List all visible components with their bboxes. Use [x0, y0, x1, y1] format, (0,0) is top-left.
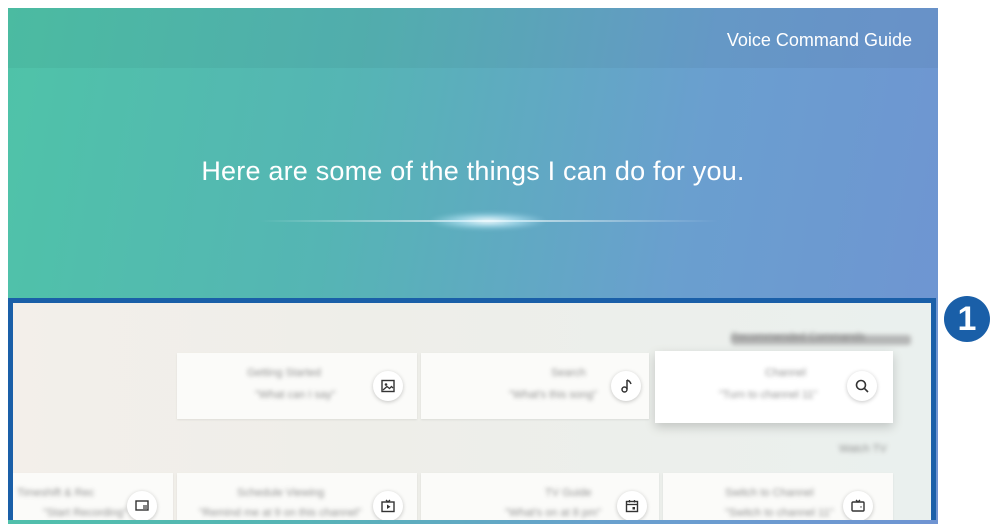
channel-switch-icon[interactable] — [843, 491, 873, 520]
command-card-getting-started[interactable]: Getting Started "What can I say" — [177, 353, 417, 419]
card-subtitle: "Start Recording" — [43, 507, 128, 519]
card-subtitle: "Turn to channel 11" — [719, 389, 818, 401]
card-title: Search — [551, 367, 586, 379]
top-bar: Voice Command Guide — [8, 8, 938, 68]
command-card-timeshift[interactable]: Timeshift & Rec "Start Recording" — [13, 473, 173, 520]
command-card-channel[interactable]: Channel "Turn to channel 11" — [655, 351, 893, 423]
card-title: Switch to Channel — [725, 487, 814, 499]
screen-list-icon[interactable] — [127, 491, 157, 520]
card-title: Schedule Viewing — [237, 487, 325, 499]
voice-glow-indicator — [428, 212, 548, 230]
card-title: Timeshift & Rec — [17, 487, 95, 499]
tv-play-icon[interactable] — [373, 491, 403, 520]
section-label-watch-tv: Watch TV — [839, 443, 887, 455]
card-title: Getting Started — [247, 367, 321, 379]
search-icon[interactable] — [847, 371, 877, 401]
command-card-switch-channel[interactable]: Switch to Channel "Switch to channel 11" — [663, 473, 893, 520]
section-label-recommended-text: Recommended Commands — [731, 331, 865, 343]
command-card-search[interactable]: Search "What's this song" — [421, 353, 649, 419]
calendar-icon[interactable] — [617, 491, 647, 520]
page-title: Voice Command Guide — [726, 30, 912, 50]
command-card-tv-guide[interactable]: TV Guide "What's on at 8 pm" — [421, 473, 659, 520]
card-subtitle: "What's on at 8 pm" — [505, 507, 602, 519]
music-note-icon[interactable] — [611, 371, 641, 401]
card-title: TV Guide — [545, 487, 592, 499]
card-subtitle: "Remind me at 9 on this channel" — [199, 507, 362, 519]
command-guide-panel: Recommended Commands Channel "Turn to ch… — [8, 298, 936, 520]
command-card-schedule-viewing[interactable]: Schedule Viewing "Remind me at 9 on this… — [177, 473, 417, 520]
card-subtitle: "What's this song" — [509, 389, 598, 401]
image-icon[interactable] — [373, 371, 403, 401]
card-subtitle: "Switch to channel 11" — [725, 507, 834, 519]
callout-number-badge: 1 — [944, 296, 990, 342]
card-subtitle: "What can I say" — [255, 389, 336, 401]
hero-message: Here are some of the things I can do for… — [201, 156, 745, 186]
card-title: Channel — [765, 367, 806, 379]
